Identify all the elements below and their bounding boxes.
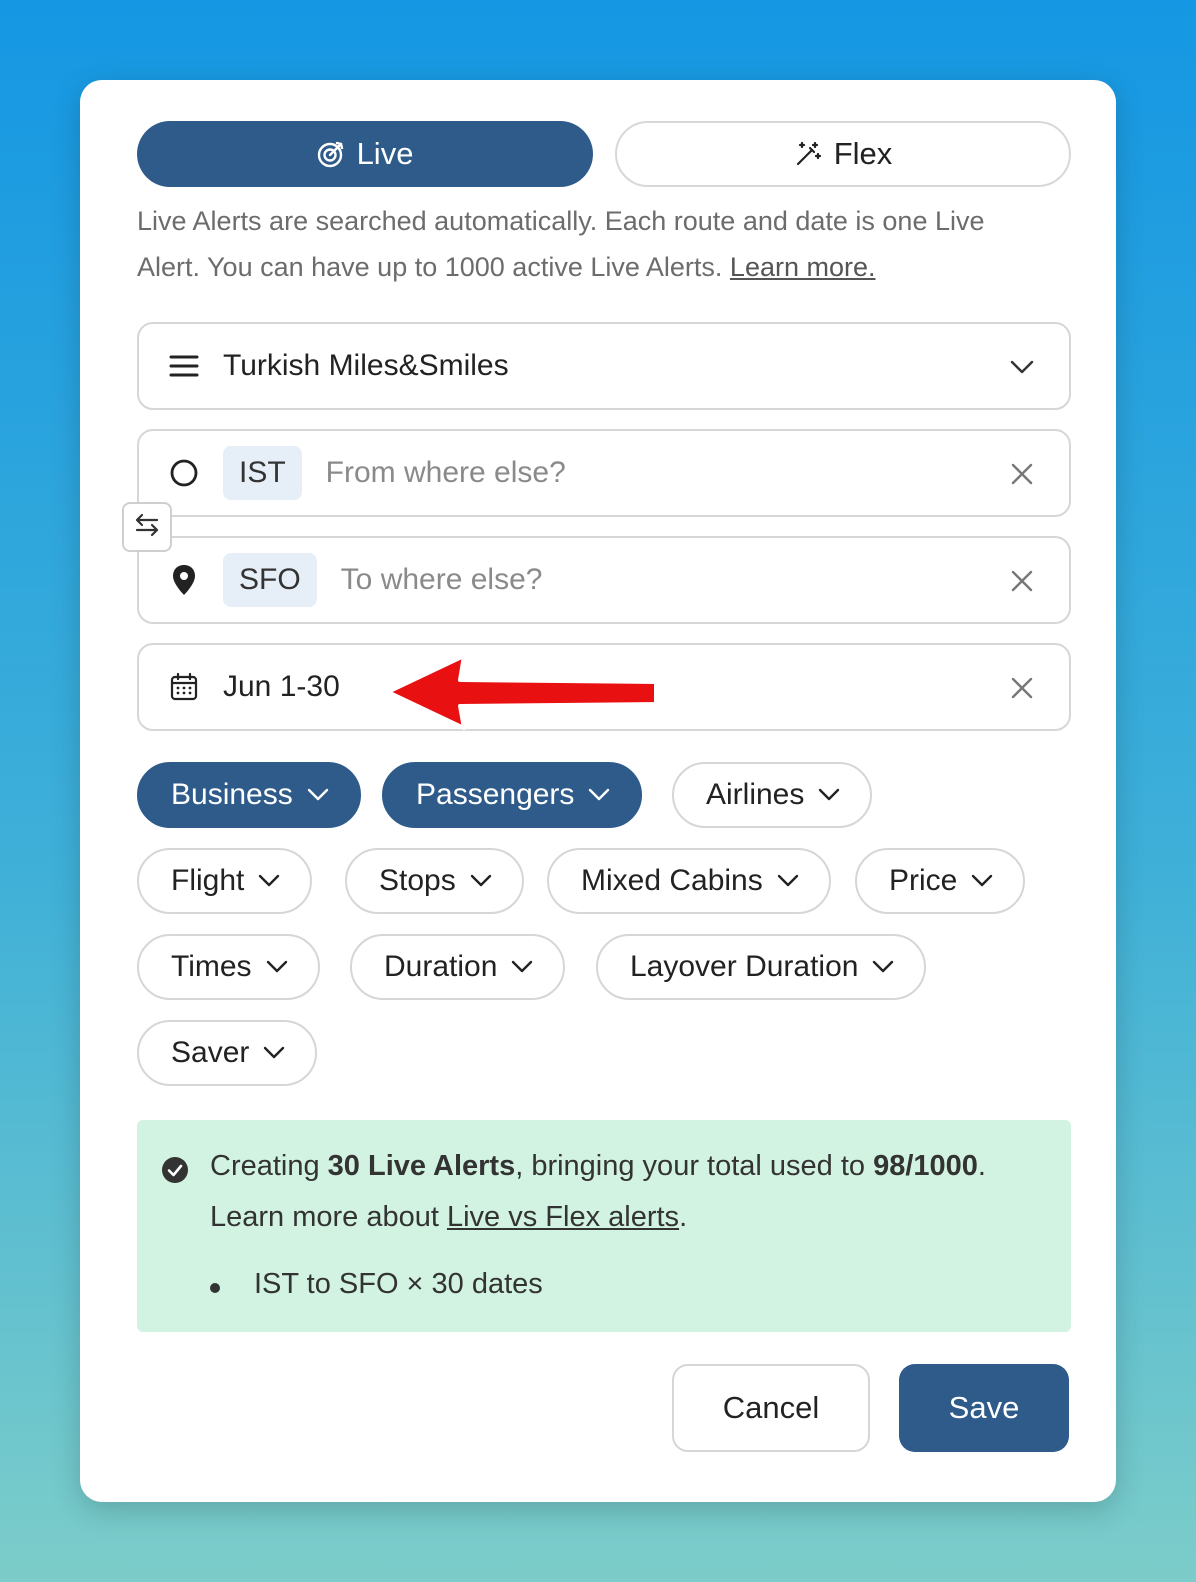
alert-summary-box: Creating 30 Live Alerts, bringing your t… (137, 1120, 1071, 1332)
magic-wand-icon (794, 140, 822, 168)
program-value: Turkish Miles&Smiles (223, 349, 509, 382)
tab-live[interactable]: Live (137, 121, 593, 187)
origin-chip[interactable]: IST (223, 446, 302, 500)
tab-flex-label: Flex (833, 136, 893, 171)
tab-live-label: Live (356, 136, 414, 171)
chevron-down-icon (971, 874, 993, 888)
chevron-down-icon (266, 960, 288, 974)
filter-flight[interactable]: Flight (137, 848, 313, 914)
filter-price[interactable]: Price (855, 848, 1026, 914)
filter-airlines-label: Airlines (706, 778, 805, 811)
filter-stops-label: Stops (379, 864, 456, 897)
summary-line-2: Learn more about Live vs Flex alerts. (210, 1201, 687, 1234)
dates-value: Jun 1-30 (223, 670, 340, 703)
destination-placeholder[interactable]: To where else? (341, 563, 543, 597)
filter-business[interactable]: Business (137, 762, 361, 828)
menu-icon (167, 349, 201, 383)
filter-airlines[interactable]: Airlines (672, 762, 873, 828)
learn-more-link[interactable]: Learn more. (730, 252, 876, 282)
chevron-down-icon (872, 960, 894, 974)
chevron-down-icon (511, 960, 533, 974)
chevron-down-icon (258, 874, 280, 888)
filter-passengers-label: Passengers (416, 778, 575, 811)
destination-field[interactable]: SFO To where else? (137, 536, 1071, 624)
filter-mixed-cabins[interactable]: Mixed Cabins (547, 848, 831, 914)
circle-icon (167, 456, 201, 490)
filter-stops[interactable]: Stops (345, 848, 524, 914)
save-button[interactable]: Save (899, 1364, 1069, 1452)
filter-price-label: Price (889, 864, 958, 897)
origin-field[interactable]: IST From where else? (137, 429, 1071, 517)
check-circle-icon (161, 1156, 189, 1184)
swap-arrows-icon (133, 512, 161, 543)
chevron-down-icon (263, 1046, 285, 1060)
filter-duration-label: Duration (384, 950, 498, 983)
summary-bullet: IST to SFO × 30 dates (254, 1268, 543, 1300)
program-select[interactable]: Turkish Miles&Smiles (137, 322, 1071, 410)
tab-flex[interactable]: Flex (615, 121, 1071, 187)
chevron-down-icon (1005, 350, 1039, 384)
live-alerts-description: Live Alerts are searched automatically. … (137, 198, 1037, 290)
map-pin-icon (167, 563, 201, 597)
clear-dates-icon[interactable] (1005, 671, 1039, 705)
live-vs-flex-link[interactable]: Live vs Flex alerts (447, 1201, 679, 1233)
summary-middle: , bringing your total used to (515, 1150, 874, 1182)
chevron-down-icon (307, 788, 329, 802)
create-alert-card: Live Flex Live Alerts are searched autom… (80, 80, 1116, 1502)
swap-route-button[interactable] (122, 502, 172, 552)
summary-total: 98/1000 (873, 1150, 978, 1182)
filter-layover-duration[interactable]: Layover Duration (596, 934, 927, 1000)
chevron-down-icon (777, 874, 799, 888)
filter-flight-label: Flight (171, 864, 245, 897)
summary-learn-suffix: . (679, 1201, 688, 1233)
target-icon (317, 140, 345, 168)
summary-prefix: Creating (210, 1150, 328, 1182)
chevron-down-icon (818, 788, 840, 802)
chevron-down-icon (470, 874, 492, 888)
calendar-icon (167, 670, 201, 704)
origin-placeholder[interactable]: From where else? (326, 456, 566, 490)
summary-suffix: . (977, 1150, 986, 1182)
summary-line-1: Creating 30 Live Alerts, bringing your t… (210, 1150, 986, 1183)
filter-saver-label: Saver (171, 1036, 250, 1069)
summary-learn-prefix: Learn more about (210, 1201, 447, 1233)
filter-mixed-cabins-label: Mixed Cabins (581, 864, 763, 897)
chevron-down-icon (588, 788, 610, 802)
filter-saver[interactable]: Saver (137, 1020, 318, 1086)
clear-destination-icon[interactable] (1005, 564, 1039, 598)
destination-chip[interactable]: SFO (223, 553, 317, 607)
bullet-dot (210, 1283, 220, 1293)
filter-times[interactable]: Times (137, 934, 320, 1000)
red-arrow-annotation (386, 654, 658, 730)
filter-duration[interactable]: Duration (350, 934, 566, 1000)
filter-passengers[interactable]: Passengers (382, 762, 643, 828)
summary-count: 30 Live Alerts (327, 1150, 516, 1182)
filter-times-label: Times (171, 950, 252, 983)
filter-layover-duration-label: Layover Duration (630, 950, 859, 983)
clear-origin-icon[interactable] (1005, 457, 1039, 491)
cancel-button[interactable]: Cancel (672, 1364, 870, 1452)
filter-business-label: Business (171, 778, 293, 811)
